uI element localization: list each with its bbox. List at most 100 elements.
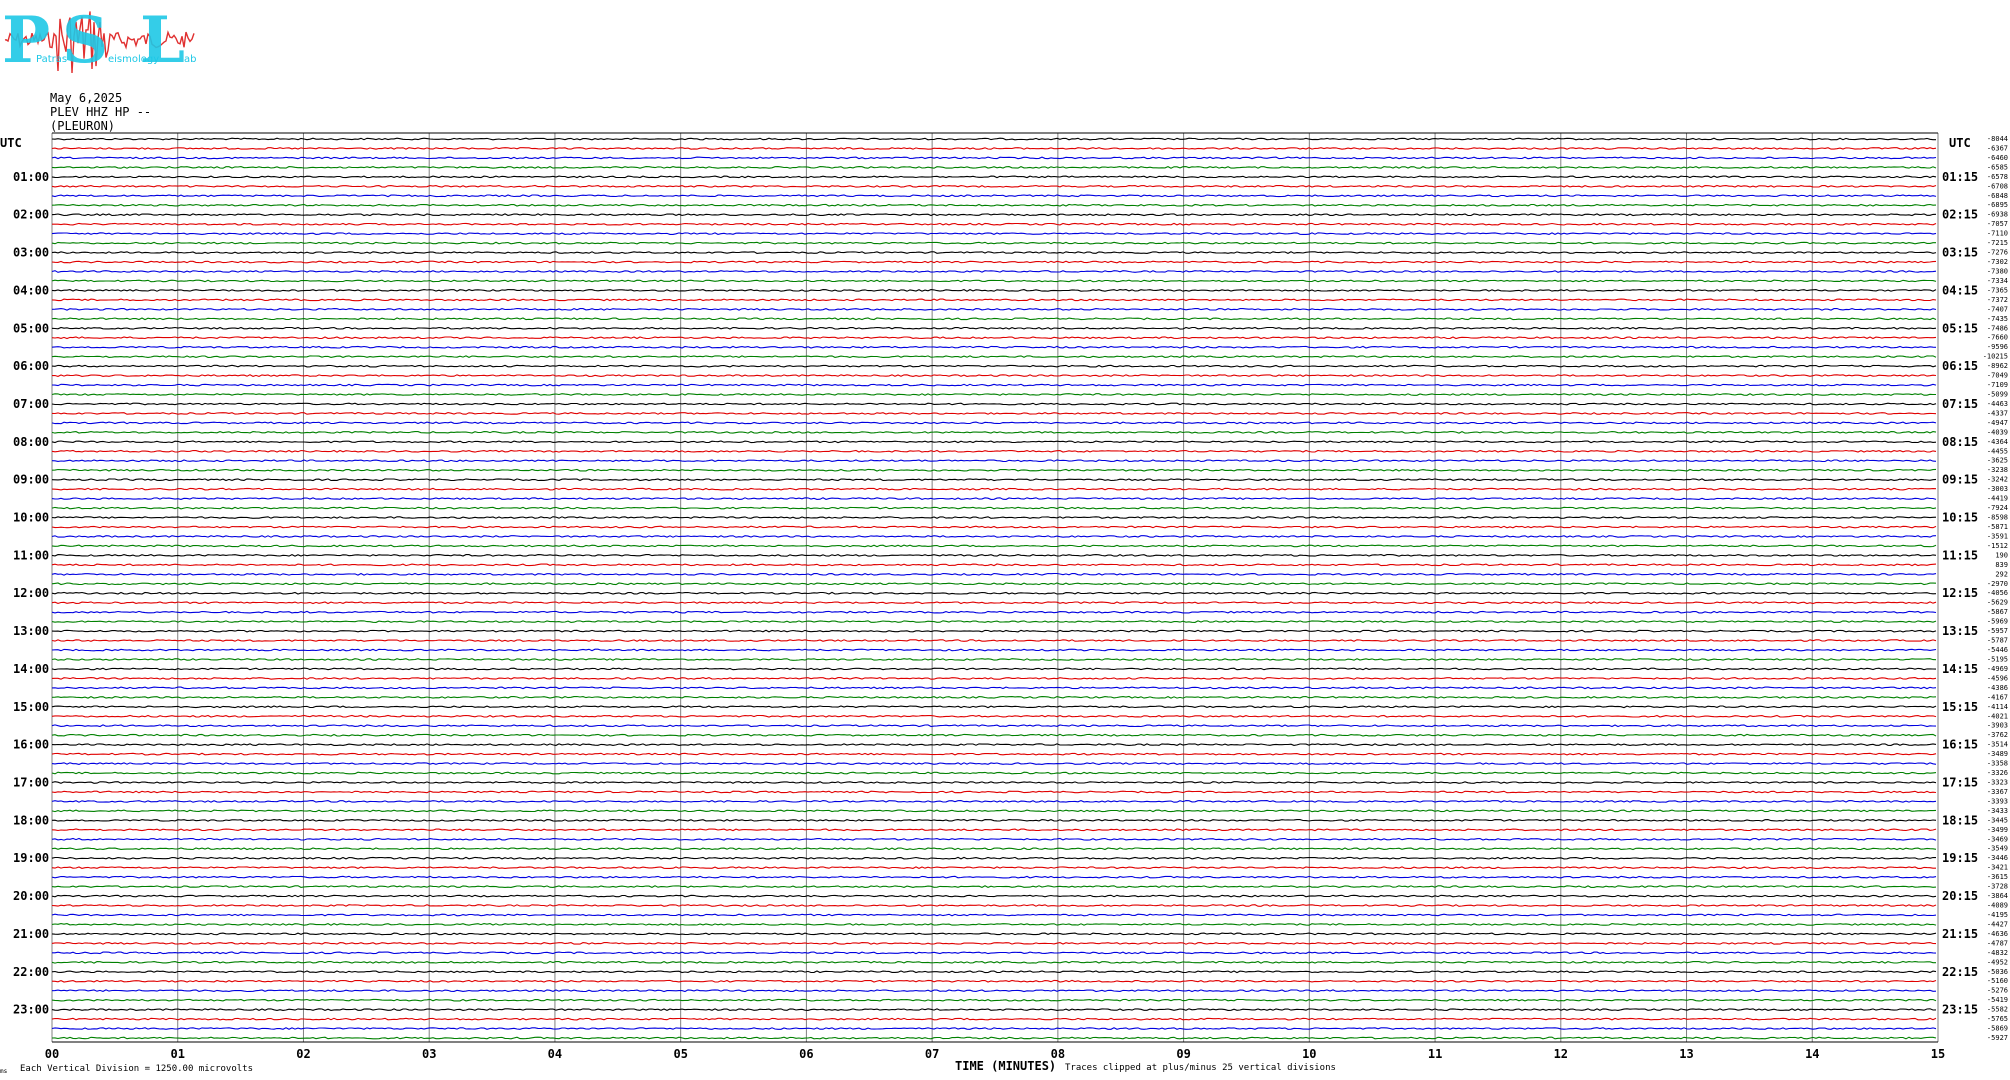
- right-hour-label: 01:15: [1942, 170, 1978, 184]
- row-offset-label: -6460: [1987, 154, 2008, 162]
- right-hour-label: 18:15: [1942, 813, 1978, 827]
- trace-row: [51, 478, 1937, 482]
- row-offset-label: -4832: [1987, 949, 2008, 957]
- row-offset-label: -4021: [1987, 712, 2008, 720]
- row-offset-label: -4337: [1987, 409, 2008, 417]
- trace-row: [51, 402, 1937, 406]
- row-offset-label: -5036: [1987, 968, 2008, 976]
- trace-row: [51, 468, 1937, 472]
- row-offset-label: -7660: [1987, 334, 2008, 342]
- left-hour-label: 14:00: [13, 662, 49, 676]
- trace-row: [51, 336, 1937, 340]
- right-hour-label: 17:15: [1942, 776, 1978, 790]
- right-hour-label: 14:15: [1942, 662, 1978, 676]
- trace-row: [51, 241, 1936, 245]
- row-offset-label: -7365: [1987, 286, 2008, 294]
- row-offset-label: 292: [1995, 570, 2008, 578]
- trace-row: [51, 705, 1937, 709]
- trace-row: [51, 535, 1937, 538]
- header-date: May 6,2025: [50, 91, 122, 105]
- right-hour-label: 09:15: [1942, 473, 1978, 487]
- row-offset-label: -6848: [1987, 192, 2008, 200]
- row-offset-label: -4427: [1987, 920, 2008, 928]
- row-offset-label: -3238: [1987, 466, 2008, 474]
- trace-row: [51, 866, 1936, 870]
- row-offset-label: -7302: [1987, 258, 2008, 266]
- header-location: (PLEURON): [50, 119, 115, 133]
- trace-row: [51, 686, 1937, 690]
- trace-row: [51, 307, 1937, 311]
- row-offset-label: -8598: [1987, 514, 2008, 522]
- trace-row: [51, 544, 1937, 548]
- logo-small-text: Patras: [36, 54, 67, 65]
- row-offset-label: -4089: [1987, 902, 2008, 910]
- trace-row: [51, 383, 1937, 387]
- row-offset-label: -3615: [1987, 873, 2008, 881]
- row-offset-label: -6585: [1987, 163, 2008, 171]
- row-offset-label: -7486: [1987, 324, 2008, 332]
- right-hour-label: 05:15: [1942, 321, 1978, 335]
- row-offset-label: -4056: [1987, 589, 2008, 597]
- x-tick-label: 07: [925, 1047, 939, 1061]
- trace-row: [51, 1036, 1937, 1040]
- left-hour-label: 17:00: [13, 776, 49, 790]
- left-hour-label: 05:00: [13, 321, 49, 335]
- row-offset-label: -7435: [1987, 315, 2008, 323]
- row-offset-label: -5765: [1987, 1015, 2008, 1023]
- row-offset-label: -6708: [1987, 182, 2008, 190]
- row-offset-label: -8044: [1987, 135, 2008, 143]
- right-hour-label: 19:15: [1942, 851, 1978, 865]
- right-hour-label: 11:15: [1942, 548, 1978, 562]
- row-offset-label: -5446: [1987, 646, 2008, 654]
- right-utc-label: UTC: [1949, 136, 1971, 150]
- left-hour-label: 22:00: [13, 965, 49, 979]
- x-tick-label: 03: [422, 1047, 436, 1061]
- row-offset-label: -3489: [1987, 750, 2008, 758]
- row-offset-label: -6367: [1987, 145, 2008, 153]
- row-offset-label: -5195: [1987, 656, 2008, 664]
- row-offset-label: -4195: [1987, 911, 2008, 919]
- left-hour-label: 07:00: [13, 397, 49, 411]
- right-hour-label: 02:15: [1942, 208, 1978, 222]
- trace-row: [51, 1027, 1937, 1030]
- x-tick-label: 14: [1805, 1047, 1819, 1061]
- left-hour-label: 03:00: [13, 246, 49, 260]
- left-hour-label: 13:00: [13, 624, 49, 638]
- trace-row: [51, 1017, 1937, 1021]
- row-offset-label: -3446: [1987, 854, 2008, 862]
- row-offset-label: -4463: [1987, 400, 2008, 408]
- row-offset-label: -3499: [1987, 826, 2008, 834]
- row-offset-label: -3242: [1987, 476, 2008, 484]
- right-hour-label: 03:15: [1942, 246, 1978, 260]
- row-offset-label: -3358: [1987, 760, 2008, 768]
- trace-row: [51, 374, 1937, 378]
- trace-row: [51, 724, 1937, 728]
- trace-row: [51, 213, 1937, 217]
- trace-row: [51, 440, 1937, 444]
- left-hour-label: 15:00: [13, 700, 49, 714]
- right-hour-label: 04:15: [1942, 283, 1978, 297]
- row-offset-label: -5871: [1987, 523, 2008, 531]
- left-hour-label: 23:00: [13, 1003, 49, 1017]
- row-offset-label: -7924: [1987, 504, 2008, 512]
- row-offset-label: -7049: [1987, 372, 2008, 380]
- trace-row: [51, 894, 1937, 898]
- right-hour-label: 15:15: [1942, 700, 1978, 714]
- trace-row: [51, 203, 1937, 207]
- right-hour-label: 21:15: [1942, 927, 1978, 941]
- logo-small-text: ab: [184, 54, 196, 65]
- trace-row: [51, 837, 1937, 841]
- x-tick-label: 00: [45, 1047, 59, 1061]
- row-offset-label: -7372: [1987, 296, 2008, 304]
- trace-row: [51, 364, 1937, 368]
- trace-row: [51, 317, 1937, 321]
- trace-row: [51, 393, 1936, 396]
- helicorder-chart: P S L Patras eismology ab May 6,2025 PLEV HHZ…: [0, 3, 2008, 1075]
- left-hour-label: 09:00: [13, 473, 49, 487]
- row-offset-label: -7407: [1987, 305, 2008, 313]
- trace-row: [51, 175, 1937, 179]
- row-offset-label: -8962: [1987, 362, 2008, 370]
- trace-row: [51, 658, 1937, 661]
- row-offset-label: -7380: [1987, 268, 2008, 276]
- trace-row: [51, 733, 1937, 737]
